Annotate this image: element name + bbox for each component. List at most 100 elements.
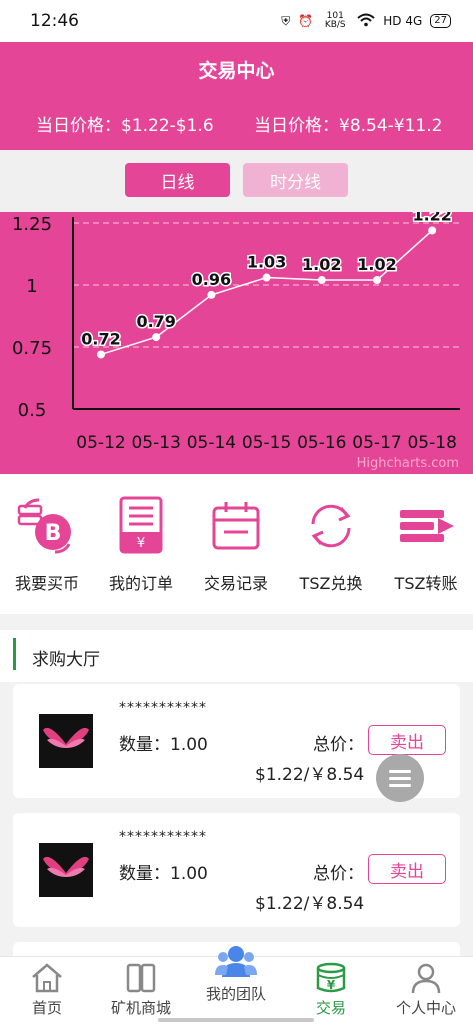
tab-label: 首页 [31,999,62,1017]
data-label: 0.72 [81,329,120,348]
action-label: TSZ兑换 [299,574,363,593]
price-chart: 1.25 1 0.75 0.5 0.72 05-12 0.79 05-13 0.96 05-14 1… [0,212,473,474]
tsz-transfer-action[interactable]: TSZ转账 [379,494,473,594]
y-tick-label: 0.75 [12,338,52,359]
order-price: $1.22/￥8.54 [255,765,365,785]
action-label: TSZ转账 [394,574,458,593]
data-point [152,333,161,342]
page-title: 交易中心 [198,60,275,82]
bottom-tabbar: 首页 矿机商城 我的团队 ¥ 交易 个人中心 [0,946,473,1024]
action-label: 我的订单 [108,574,173,593]
buy-coin-action[interactable]: B 我要买币 [0,494,94,594]
tab-label: 交易 [315,999,346,1017]
order-quantity: 数量：1.00 [119,864,208,884]
daily-price-cny: 当日价格：¥8.54-¥11.2 [254,116,443,136]
data-point [207,290,216,299]
data-label: 0.96 [192,270,231,289]
data-label: 0.79 [136,312,175,331]
tab-my-team[interactable]: 我的团队 [189,946,283,1024]
total-price-label: 总价： [313,864,364,884]
svg-text:B: B [45,521,62,546]
order-receipt-icon: ¥ [119,496,163,554]
alarm-icon: ⏰ [298,14,314,28]
tab-trade[interactable]: ¥ 交易 [284,957,378,1024]
x-tick-label: 05-15 [242,433,291,453]
trade-coin-icon: ¥ [316,962,346,993]
buy-order-card: *********** 数量：1.00 总价： $1.22/￥8.54 卖出 [13,813,460,927]
network-type: HD 4G [383,14,423,28]
x-tick-label: 05-13 [131,433,180,453]
data-label: 1.22 [412,212,451,224]
menu-line-icon [389,769,411,773]
x-tick-label: 05-17 [352,433,401,453]
order-quantity: 数量：1.00 [119,735,208,755]
data-point [428,226,437,235]
order-price: $1.22/￥8.54 [255,894,365,914]
data-point [97,350,105,359]
tab-label: 个人中心 [395,999,456,1017]
tab-home[interactable]: 首页 [0,957,94,1024]
tab-label: 我的团队 [205,985,266,1003]
vpn-icon: ⛨ [281,13,291,28]
chart-credit: Highcharts.com [357,456,459,471]
user-avatar-wings [39,843,93,897]
net-speed: 101 KB/S [324,11,346,30]
section-title: 求购大厅 [32,650,100,670]
section-header: 求购大厅 [0,630,473,682]
status-time: 12:46 [30,11,79,31]
section-accent-bar [13,638,16,670]
series-line [100,229,433,356]
tsz-exchange-action[interactable]: TSZ兑换 [284,494,378,594]
home-icon [32,963,62,993]
action-label: 交易记录 [203,574,268,593]
calendar-record-icon [212,502,260,550]
user-avatar-wings [39,714,93,768]
person-icon [411,963,441,994]
wifi-icon [357,13,375,30]
y-tick-label: 1.25 [12,214,52,235]
total-price-label: 总价： [313,735,364,755]
x-tick-label: 05-12 [76,433,125,453]
data-label: 1.02 [357,255,396,274]
data-label: 1.03 [247,253,286,272]
y-tick-label: 0.5 [18,400,47,421]
sell-button[interactable]: 卖出 [368,854,446,884]
miner-shop-icon [126,963,156,993]
transfer-icon [400,510,454,542]
tab-miner-shop[interactable]: 矿机商城 [94,957,188,1024]
team-icon [215,946,257,977]
svg-text:¥: ¥ [327,978,336,992]
x-tick-label: 05-16 [297,433,346,453]
status-bar: 12:46 ⛨ ⏰ 101 KB/S HD 4G 27 [0,0,473,42]
bitcoin-exchange-icon: B [17,498,71,554]
header: 交易中心 当日价格：$1.22-$1.6 当日价格：¥8.54-¥11.2 [0,42,473,150]
home-indicator [158,1018,314,1022]
status-icons: ⛨ ⏰ 101 KB/S HD 4G 27 [281,12,451,30]
x-tick-label: 05-18 [407,433,456,453]
data-point [262,273,271,282]
data-point [317,276,326,285]
daily-line-button[interactable]: 日线 [125,163,230,197]
price-line-chart: 1.25 1 0.75 0.5 0.72 05-12 0.79 05-13 0.96 05-14 1… [12,212,460,471]
chart-toggle: 日线 时分线 [0,150,473,212]
intraday-line-button[interactable]: 时分线 [243,163,348,197]
action-grid: B 我要买币 ¥ 我的订单 交易记录 TSZ兑换 TSZ转账 [0,474,473,614]
data-label: 1.02 [302,255,341,274]
tab-label: 矿机商城 [110,999,171,1017]
sell-button[interactable]: 卖出 [368,725,446,755]
masked-username: *********** [119,700,207,716]
my-orders-action[interactable]: ¥ 我的订单 [94,494,188,594]
floating-menu-button[interactable] [376,754,424,802]
menu-line-icon [389,776,411,780]
data-point [373,276,381,285]
battery-icon: 27 [430,14,451,28]
menu-line-icon [389,783,411,787]
tab-profile[interactable]: 个人中心 [379,957,473,1024]
x-tick-label: 05-14 [187,433,236,453]
daily-price-usd: 当日价格：$1.22-$1.6 [36,116,214,136]
refresh-exchange-icon [311,504,351,548]
masked-username: *********** [119,829,207,845]
svg-text:¥: ¥ [137,536,145,551]
trade-records-action[interactable]: 交易记录 [189,494,283,594]
y-tick-label: 1 [26,276,37,297]
